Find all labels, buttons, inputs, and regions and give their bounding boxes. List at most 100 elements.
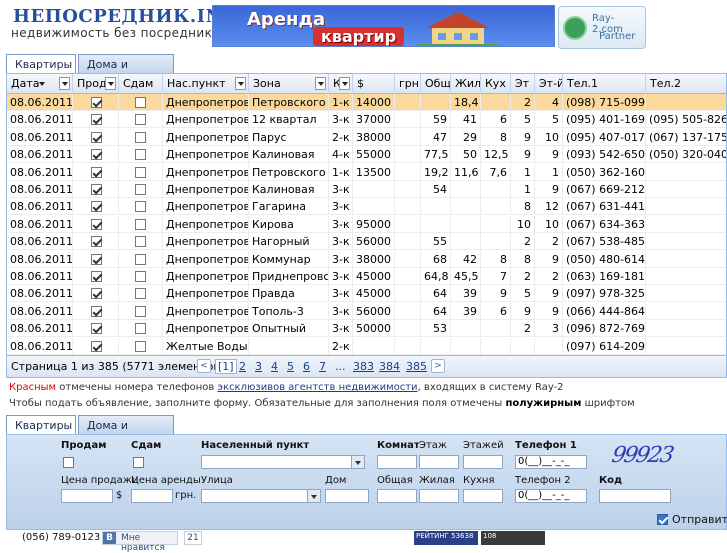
cell-sell — [73, 320, 119, 338]
cell-usd — [353, 337, 395, 355]
filter-dropdown-icon[interactable] — [315, 77, 326, 90]
cell-usd: 56000 — [353, 302, 395, 320]
table-row[interactable]: 08.06.2011 ДнепропетровскПравда3-к45000 64… — [7, 285, 726, 303]
table-row[interactable]: 08.06.2011 ДнепропетровскКоммунар3-к38000… — [7, 250, 726, 268]
cell-kitchen — [481, 198, 511, 216]
cell-tel2 — [646, 198, 726, 215]
column-header-tel1[interactable]: Тел.1 — [563, 74, 646, 94]
form-tab-houses[interactable]: Дома и участки — [78, 415, 174, 445]
cell-total: 64,8 — [421, 268, 451, 285]
ad-banner[interactable]: Аренда квартир — [212, 5, 555, 47]
sell-checkbox — [91, 305, 102, 317]
banner-line2: квартир — [313, 27, 405, 46]
table-row[interactable]: 08.06.2011ДнепропетровскПриднепровск3-к4… — [7, 268, 726, 285]
column-header-zone[interactable]: Зона — [249, 74, 329, 94]
listings-grid: Дата Прод Сдам Нас.пункт Зона К $ грн Общ Жил Кух Э… — [6, 73, 727, 378]
phone1-input[interactable]: 0(__)__-_-_ — [515, 455, 587, 469]
column-header-living[interactable]: Жил — [451, 74, 481, 94]
cell-usd: 14000 — [353, 94, 395, 111]
visits-counter[interactable]: 108 — [481, 531, 545, 545]
column-header-rent[interactable]: Сдам — [119, 74, 163, 94]
agency-exclusives-link[interactable]: эксклюзивов агентств недвижимости — [218, 382, 418, 393]
cell-floors: 9 — [535, 146, 563, 164]
table-row[interactable]: 08.06.2011 Желтые Воды 2-к (097) 614-2094 — [7, 337, 726, 355]
column-header-uah[interactable]: грн — [395, 74, 421, 94]
floor-input[interactable] — [419, 455, 459, 469]
sell-checkbox[interactable] — [63, 457, 74, 468]
column-header-rooms[interactable]: К — [329, 74, 353, 94]
cell-uah — [395, 302, 421, 320]
floors-input[interactable] — [463, 455, 503, 469]
column-header-tel2[interactable]: Тел.2 — [646, 74, 726, 94]
cell-city: Днепропетровск — [163, 320, 249, 338]
sell-checkbox — [91, 236, 102, 248]
city-select[interactable] — [201, 455, 365, 469]
sale-price-input[interactable] — [61, 489, 113, 503]
floor-label: Этаж — [419, 440, 447, 451]
cell-uah — [395, 285, 421, 303]
column-header-total[interactable]: Общ — [421, 74, 451, 94]
table-row[interactable]: 08.06.2011 ДнепропетровскГагарина3-к 812(0… — [7, 198, 726, 216]
cell-rooms: 3-к — [329, 320, 353, 338]
cell-floor: 2 — [511, 320, 535, 338]
rent-price-input[interactable] — [131, 489, 173, 503]
column-header-label: Эт — [515, 77, 530, 90]
sell-label: Продам — [61, 440, 107, 451]
partner-badge[interactable]: Ray-2.com Partner — [558, 6, 646, 49]
table-row[interactable]: 08.06.2011 ДнепропетровскКалиновая3-к 54 19… — [7, 181, 726, 198]
pager-page-link[interactable]: 383 — [353, 360, 374, 373]
pager-page-link[interactable]: 5 — [287, 360, 294, 373]
living-area-input[interactable] — [419, 489, 459, 503]
cell-kitchen: 7,6 — [481, 163, 511, 181]
table-row[interactable]: 08.06.2011 ДнепропетровскОпытный3-к50000 5… — [7, 320, 726, 338]
table-row[interactable]: 08.06.2011 ДнепропетровскПетровского1-к14… — [7, 94, 726, 111]
pager-prev-button[interactable]: < — [197, 359, 211, 373]
like-button[interactable]: В Мне нравится — [102, 531, 178, 553]
column-header-floors[interactable]: Эт-й — [535, 74, 563, 94]
column-header-sell[interactable]: Прод — [73, 74, 119, 94]
table-row[interactable]: 08.06.2011 ДнепропетровскПарус2-к38000 472… — [7, 128, 726, 146]
pager-page-link[interactable]: 3 — [255, 360, 262, 373]
pager-page-link[interactable]: 385 — [406, 360, 427, 373]
filter-dropdown-icon[interactable] — [339, 77, 350, 90]
pager-page-link[interactable]: 2 — [239, 360, 246, 373]
column-header-usd[interactable]: $ — [353, 74, 395, 94]
column-header-date[interactable]: Дата — [7, 74, 73, 94]
pager-page-link[interactable]: 384 — [379, 360, 400, 373]
cell-city: Днепропетровск — [163, 94, 249, 111]
table-row[interactable]: 08.06.2011 ДнепропетровскПетровского1-к13… — [7, 163, 726, 181]
filter-dropdown-icon[interactable] — [59, 77, 70, 90]
tab-houses[interactable]: Дома и участки — [78, 54, 174, 84]
cell-rent — [119, 302, 163, 320]
column-header-kitchen[interactable]: Кух — [481, 74, 511, 94]
form-instructions: Чтобы подать объявление, заполните форму… — [9, 398, 635, 409]
kitchen-area-input[interactable] — [463, 489, 503, 503]
pager-page-link[interactable]: 4 — [271, 360, 278, 373]
captcha-code-input[interactable] — [599, 489, 671, 503]
rent-checkbox[interactable] — [133, 457, 144, 468]
pager-page-link[interactable]: 7 — [319, 360, 326, 373]
street-select[interactable] — [201, 489, 321, 503]
cell-tel1: (050) 480-6144 — [563, 250, 646, 268]
column-header-city[interactable]: Нас.пункт — [163, 74, 249, 94]
table-row[interactable]: 08.06.2011 ДнепропетровскНагорный3-к56000… — [7, 233, 726, 251]
house-input[interactable] — [325, 489, 369, 503]
filter-dropdown-icon[interactable] — [105, 77, 116, 90]
table-row[interactable]: 08.06.2011 ДнепропетровскКалиновая4-к5500… — [7, 146, 726, 164]
filter-dropdown-icon[interactable] — [235, 77, 246, 90]
rooms-input[interactable] — [377, 455, 417, 469]
cell-kitchen: 7 — [481, 268, 511, 285]
cell-uah — [395, 337, 421, 355]
table-row[interactable]: 08.06.2011 ДнепропетровскКирова3-к95000 10… — [7, 215, 726, 233]
table-row[interactable]: 08.06.2011 ДнепропетровскТополь-33-к56000… — [7, 302, 726, 320]
column-header-floor[interactable]: Эт — [511, 74, 535, 94]
phone2-input[interactable]: 0(__)__-_-_ — [515, 489, 587, 503]
tab-apartments[interactable]: Квартиры — [6, 54, 76, 74]
pager-next-button[interactable]: > — [431, 359, 445, 373]
cell-uah — [395, 250, 421, 268]
rating-counter[interactable]: РЕЙТИНГ 53638 — [414, 531, 478, 545]
form-tab-apartments[interactable]: Квартиры — [6, 415, 76, 435]
total-area-input[interactable] — [377, 489, 417, 503]
pager-page-link[interactable]: 6 — [303, 360, 310, 373]
table-row[interactable]: 08.06.2011 Днепропетровск12 квартал3-к370… — [7, 111, 726, 129]
